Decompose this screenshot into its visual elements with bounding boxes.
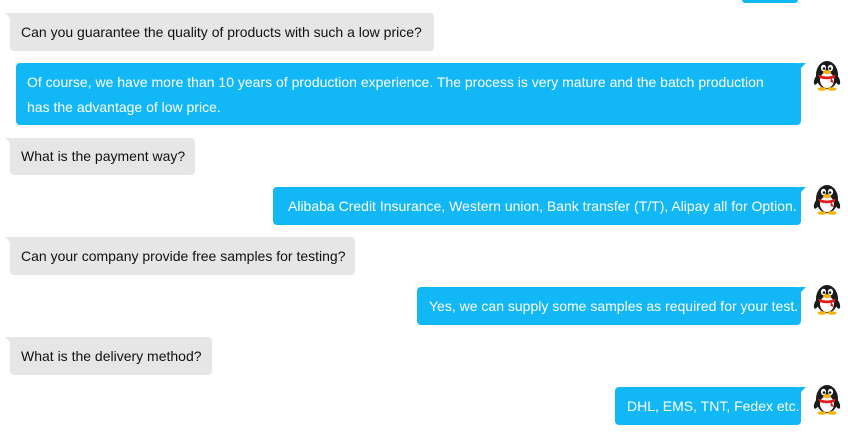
incoming-message-bubble: What is the payment way? — [5, 138, 195, 175]
incoming-message-bubble: Can your company provide free samples fo… — [5, 237, 355, 275]
outgoing-message-bubble: Yes, we can supply some samples as requi… — [417, 287, 806, 325]
message-text: Yes, we can supply some samples as requi… — [429, 298, 799, 314]
message-text: Can you guarantee the quality of product… — [21, 24, 422, 40]
qq-penguin-icon — [812, 383, 842, 415]
message-text: Alibaba Credit Insurance, Western union,… — [288, 198, 797, 214]
message-text: What is the delivery method? — [21, 348, 202, 364]
message-text: Can your company provide free samples fo… — [21, 248, 346, 264]
message-text: Of course, we have more than 10 years of… — [27, 74, 764, 115]
previous-message-bubble-edge — [742, 0, 798, 3]
outgoing-message-bubble: DHL, EMS, TNT, Fedex etc. — [615, 387, 806, 425]
message-text: DHL, EMS, TNT, Fedex etc. — [627, 398, 800, 414]
qq-penguin-icon — [812, 183, 842, 215]
outgoing-message-bubble: Alibaba Credit Insurance, Western union,… — [273, 187, 806, 225]
message-text: What is the payment way? — [21, 148, 186, 164]
incoming-message-bubble: Can you guarantee the quality of product… — [5, 13, 434, 51]
outgoing-message-bubble: Of course, we have more than 10 years of… — [16, 63, 806, 125]
qq-penguin-icon — [812, 283, 842, 315]
qq-penguin-icon — [812, 59, 842, 91]
incoming-message-bubble: What is the delivery method? — [5, 337, 212, 375]
